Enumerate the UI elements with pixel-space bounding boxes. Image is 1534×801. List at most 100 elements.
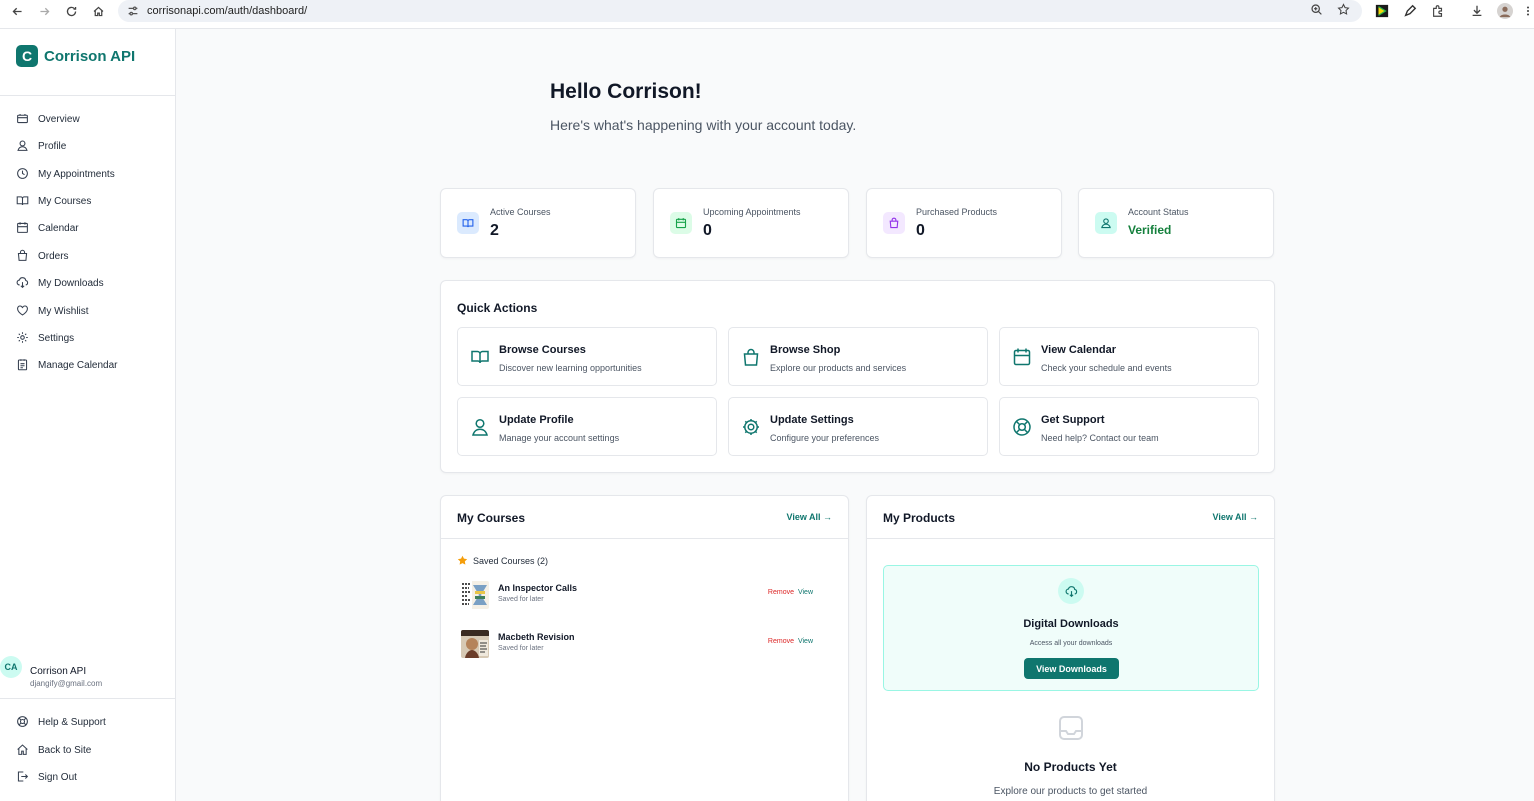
user-name: Corrison API <box>30 666 87 677</box>
action-title: Update Profile <box>499 414 574 426</box>
site-info-icon[interactable] <box>126 4 140 18</box>
sidebar-item-label: Sign Out <box>38 771 77 783</box>
view-course-button[interactable]: View <box>798 638 813 645</box>
sidebar-item-downloads[interactable]: My Downloads <box>16 274 104 292</box>
stat-card-active-courses: Active Courses 2 <box>440 188 636 258</box>
calendar-icon <box>670 212 692 234</box>
sidebar-item-orders[interactable]: Orders <box>16 247 69 265</box>
back-icon[interactable] <box>8 2 26 20</box>
download-icon[interactable] <box>1469 3 1485 19</box>
remove-course-button[interactable]: Remove <box>768 638 794 645</box>
download-cloud-icon <box>1058 578 1084 604</box>
user-icon <box>16 139 30 153</box>
sidebar: C Corrison API Overview Profile My Appoi… <box>0 29 176 801</box>
stat-card-account-status: Account Status Verified <box>1078 188 1274 258</box>
bookmark-star-icon[interactable] <box>1337 3 1350 21</box>
update-profile-button[interactable]: Update Profile Manage your account setti… <box>457 397 717 456</box>
bag-icon <box>883 212 905 234</box>
user-icon <box>1095 212 1117 234</box>
sidebar-item-label: My Wishlist <box>38 305 89 317</box>
extensions-puzzle-icon[interactable] <box>1430 3 1446 19</box>
section-title: My Courses <box>457 511 526 525</box>
sidebar-item-label: Settings <box>38 332 75 344</box>
action-desc: Explore our products and services <box>770 363 907 373</box>
calendar-manage-icon <box>16 358 30 372</box>
clock-icon <box>16 167 30 181</box>
stat-card-purchased-products: Purchased Products 0 <box>866 188 1062 258</box>
view-all-products-link[interactable]: View All → <box>1212 512 1258 522</box>
stat-value: 0 <box>916 222 925 239</box>
action-desc: Configure your preferences <box>770 433 880 443</box>
sidebar-item-settings[interactable]: Settings <box>16 329 74 347</box>
course-name[interactable]: Macbeth Revision <box>498 632 575 642</box>
home-page-icon[interactable] <box>89 2 107 20</box>
action-title: Browse Shop <box>770 344 841 356</box>
view-calendar-button[interactable]: View Calendar Check your schedule and ev… <box>999 327 1259 386</box>
avatar[interactable]: CA <box>0 656 22 678</box>
course-thumbnail[interactable] <box>461 581 489 609</box>
downloads-title: Digital Downloads <box>1023 618 1119 630</box>
calendar-icon <box>16 221 30 235</box>
lifebuoy-icon <box>1012 417 1032 437</box>
sidebar-item-calendar[interactable]: Calendar <box>16 219 79 237</box>
menu-dots-icon[interactable] <box>1524 3 1532 19</box>
sidebar-item-appointments[interactable]: My Appointments <box>16 165 115 183</box>
stat-label: Purchased Products <box>916 207 998 217</box>
sidebar-item-back-to-site[interactable]: Back to Site <box>16 741 91 759</box>
empty-state-title: No Products Yet <box>1024 760 1117 774</box>
book-icon <box>457 212 479 234</box>
view-course-button[interactable]: View <box>798 589 813 596</box>
stat-label: Upcoming Appointments <box>703 207 801 217</box>
action-desc: Check your schedule and events <box>1041 363 1172 373</box>
remove-course-button[interactable]: Remove <box>768 589 794 596</box>
brand-name: Corrison API <box>44 47 136 65</box>
sidebar-item-sign-out[interactable]: Sign Out <box>16 768 77 786</box>
course-status: Saved for later <box>498 596 544 603</box>
star-icon <box>457 555 468 565</box>
update-settings-button[interactable]: Update Settings Configure your preferenc… <box>728 397 988 456</box>
inbox-icon <box>1057 714 1085 742</box>
course-thumbnail[interactable] <box>461 630 489 658</box>
sidebar-item-label: My Appointments <box>38 168 115 180</box>
section-title: Quick Actions <box>457 301 538 315</box>
brand[interactable]: C Corrison API <box>16 45 135 67</box>
sidebar-item-overview[interactable]: Overview <box>16 110 80 128</box>
stat-value: 0 <box>703 222 712 239</box>
sidebar-divider <box>0 698 175 699</box>
sidebar-item-label: Profile <box>38 140 67 152</box>
sign-out-icon <box>16 770 30 784</box>
pen-extension-icon[interactable] <box>1402 3 1418 19</box>
url-text[interactable]: corrisonapi.com/auth/dashboard/ <box>147 5 307 17</box>
profile-avatar-icon[interactable] <box>1497 3 1513 19</box>
address-bar[interactable]: corrisonapi.com/auth/dashboard/ <box>118 0 1362 22</box>
reload-icon[interactable] <box>62 2 80 20</box>
calendar-icon <box>1012 347 1032 367</box>
bag-icon <box>16 249 30 263</box>
shopping-bag-icon <box>741 347 761 367</box>
sidebar-item-manage-calendar[interactable]: Manage Calendar <box>16 356 118 374</box>
panel-divider <box>867 538 1274 539</box>
heart-icon <box>16 304 30 318</box>
browse-shop-button[interactable]: Browse Shop Explore our products and ser… <box>728 327 988 386</box>
user-email: djangify@gmail.com <box>30 679 103 688</box>
sidebar-item-label: My Courses <box>38 195 92 207</box>
view-all-courses-link[interactable]: View All → <box>786 512 832 522</box>
zoom-icon[interactable] <box>1310 3 1323 21</box>
view-downloads-button[interactable]: View Downloads <box>1024 658 1119 679</box>
extension-icon[interactable] <box>1374 3 1390 19</box>
course-name[interactable]: An Inspector Calls <box>498 583 577 593</box>
sidebar-item-courses[interactable]: My Courses <box>16 192 91 210</box>
forward-icon[interactable] <box>35 2 53 20</box>
overview-icon <box>16 112 30 126</box>
sidebar-item-profile[interactable]: Profile <box>16 137 66 155</box>
browse-courses-button[interactable]: Browse Courses Discover new learning opp… <box>457 327 717 386</box>
sidebar-item-wishlist[interactable]: My Wishlist <box>16 302 89 320</box>
section-title: My Products <box>883 511 956 525</box>
action-desc: Manage your account settings <box>499 433 620 443</box>
gear-icon <box>16 331 30 345</box>
sidebar-item-label: Manage Calendar <box>38 359 118 371</box>
status-badge: Verified <box>1128 223 1172 237</box>
stat-label: Active Courses <box>490 207 551 217</box>
sidebar-item-help[interactable]: Help & Support <box>16 713 106 731</box>
get-support-button[interactable]: Get Support Need help? Contact our team <box>999 397 1259 456</box>
